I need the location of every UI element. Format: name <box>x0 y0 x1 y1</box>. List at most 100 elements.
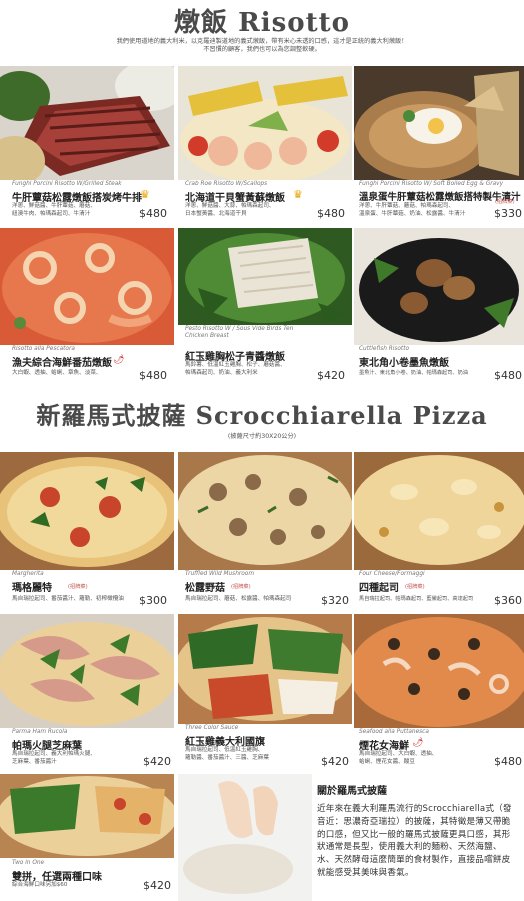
crown-icon: ♛ <box>293 188 303 201</box>
dish-description: 大白蝦、透抽、蛤蜊、章魚、淡菜、 <box>12 370 102 376</box>
dish-description: 蛤蜊、煙花女醬、酸豆 <box>359 759 415 765</box>
dish-english-name: Two in One <box>12 860 45 866</box>
dish-description: 溫泉蛋、牛肝蕈菇、奶油、松露醬、牛清汁 <box>359 211 466 217</box>
dish-english-name: Truffled Wild Mushroom <box>185 571 254 577</box>
dish-english-name: Three Color Sauce <box>185 725 239 731</box>
dish-price: $480 <box>139 207 167 220</box>
dish-english-name: Pesto Risotto W / Sous Vide Birds Ten Ch… <box>185 326 294 339</box>
dish-photo <box>354 452 524 570</box>
dish-description: 墨魚汁、東北角小卷、奶油、帕瑪森起司、奶油 <box>359 370 468 376</box>
dish-chinese-name: 松露野菇 <box>185 583 225 594</box>
dish-photo <box>354 614 524 728</box>
dish-description: 帕瑪森起司、奶油、義大利米 <box>185 370 258 376</box>
pizza-title: 新羅馬式披薩 Scrocchiarella Pizza <box>36 401 488 430</box>
chili-icon: 🌶 <box>412 738 424 748</box>
dish-description: 日本蟹黃醬、北海道干貝 <box>185 211 247 217</box>
dish-price: $480 <box>139 369 167 382</box>
dish-price: $420 <box>321 755 349 768</box>
dish-price: $300 <box>139 594 167 607</box>
dish-price: $420 <box>143 755 171 768</box>
dish-description: 紐澳牛肉、帕瑪森起司、牛清汁 <box>12 211 91 217</box>
dish-chinese-name: 煙花女海鮮 <box>359 741 409 752</box>
dish-photo <box>354 228 524 345</box>
dish-chinese-name: 瑪格麗特 <box>12 583 52 594</box>
dish-english-name: Crab Roe Risotto W/Scallops <box>185 181 268 187</box>
dish-photo <box>178 614 352 724</box>
dish-description: 馬自瑞拉起司、義大利帕瑪火腿、 <box>12 751 96 757</box>
chili-icon: 🌶 <box>113 355 125 365</box>
menu-card-pizza-two-in-one: Two in One 雙拼，任選兩種口味 綜合海鮮口味另加$60 $420 <box>0 774 174 901</box>
dish-description: 洋蔥、鮮菇醬、牛肝蕈菇、蘑菇、 <box>12 203 96 209</box>
dish-photo <box>178 452 352 570</box>
dish-price: $420 <box>143 879 171 892</box>
dish-description: 馬自瑞拉起司、番茄醬汁、蘿勒、初榨橄欖油 <box>12 596 124 602</box>
dish-description: 馬自瑞拉起司、帕瑪森起司、藍黴起司、高達起司 <box>359 596 474 602</box>
dish-chinese-name: 漁夫綜合海鮮番茄燉飯 <box>12 358 112 369</box>
pizza-size-note: (披薩尺寸約30X20公分) <box>227 433 297 440</box>
menu-card-risotto-steak: Funghi Porcini Risotto W/Grilled Steak 牛… <box>0 66 174 224</box>
dish-chinese-name: 紅玉雞胸松子青醬燉飯 <box>185 352 285 363</box>
signature-note: (招牌菜) <box>495 199 515 205</box>
signature-note: (招牌菜) <box>231 584 251 590</box>
menu-card-pizza-mushroom: Truffled Wild Mushroom 松露野菇 (招牌菜) 馬自瑞拉起司… <box>178 452 352 612</box>
dish-price: $320 <box>321 594 349 607</box>
dish-description: 蘿勒醬、番茄醬汁、三醬、芝麻葉 <box>185 755 269 761</box>
dish-description: 洋蔥、牛肝蕈菇、蘑菇、帕瑪森起司、 <box>359 203 455 209</box>
dish-chinese-name: 北海道干貝蟹黃蘇燉飯 <box>185 193 285 204</box>
dish-description: 馬鈴薯、低溫紅玉雞胸、松子、蘑菇醬、 <box>185 362 286 368</box>
about-roman-pizza: 關於羅馬式披薩 近年來在義大利羅馬流行的Scrocchiarella式（發音近：… <box>317 782 517 880</box>
dish-english-name: Four Cheese/Formaggi <box>359 571 425 577</box>
about-body: 近年來在義大利羅馬流行的Scrocchiarella式（發音近：思濃奇亞瑞拉）的… <box>317 804 512 878</box>
dish-photo <box>0 228 174 345</box>
dish-photo <box>178 66 352 180</box>
dish-chinese-name: 四種起司 <box>359 583 399 594</box>
dish-price: $360 <box>494 594 522 607</box>
dish-description: 馬自瑞拉起司、蘑菇、松露醬、帕瑪森起司 <box>185 596 292 602</box>
dish-description: 馬自瑞拉起司、低溫紅玉雞胸、 <box>185 747 264 753</box>
dish-price: $480 <box>494 755 522 768</box>
menu-card-risotto-egg: Funghi Porcini Risotto W/ Soft Boiled Eg… <box>354 66 524 224</box>
signature-note: (招牌菜) <box>405 584 425 590</box>
dish-price: $330 <box>494 207 522 220</box>
dish-price: $480 <box>317 207 345 220</box>
menu-card-risotto-scallop: Crab Roe Risotto W/Scallops 北海道干貝蟹黃蘇燉飯 ♛… <box>178 66 352 224</box>
dish-description: 馬自瑞拉起司、大白蝦、透抽、 <box>359 751 438 757</box>
menu-card-pizza-three-color: Three Color Sauce 紅玉雞義大利國旗 馬自瑞拉起司、低溫紅玉雞胸… <box>178 614 352 772</box>
dish-chinese-name: 帕瑪火腿芝麻葉 <box>12 741 82 752</box>
dish-english-name: Cuttlefish Risotto <box>359 346 410 352</box>
dish-english-name: Margherita <box>12 571 44 577</box>
dish-photo <box>354 66 524 180</box>
risotto-intro-line2: 不習慣的顧客，我們也可以為您調整軟硬。 <box>203 46 321 53</box>
about-title: 關於羅馬式披薩 <box>317 786 387 797</box>
dough-photo <box>178 774 312 901</box>
menu-card-pizza-seafood: Seafood alla Puttanesca 煙花女海鮮 🌶 馬自瑞拉起司、大… <box>354 614 524 772</box>
dish-photo <box>0 774 174 858</box>
dish-price: $420 <box>317 369 345 382</box>
dish-description: 洋蔥、鮮菇醬、大蒜、帕瑪森起司、 <box>185 203 275 209</box>
dish-photo <box>0 66 174 180</box>
menu-card-risotto-cuttlefish: Cuttlefish Risotto 東北角小卷墨魚燉飯 墨魚汁、東北角小卷、奶… <box>354 228 524 385</box>
dish-photo <box>178 228 352 325</box>
crown-icon: ♛ <box>140 188 150 201</box>
menu-card-pizza-four-cheese: Four Cheese/Formaggi 四種起司 (招牌菜) 馬自瑞拉起司、帕… <box>354 452 524 612</box>
dish-english-name: Funghi Porcini Risotto W/ Soft Boiled Eg… <box>359 181 504 187</box>
dish-photo <box>0 614 174 728</box>
menu-card-risotto-pesto: Pesto Risotto W / Sous Vide Birds Ten Ch… <box>178 228 352 385</box>
dish-description: 綜合海鮮口味另加$60 <box>12 882 68 888</box>
signature-note: (招牌菜) <box>68 584 88 590</box>
dish-chinese-name: 東北角小卷墨魚燉飯 <box>359 358 449 369</box>
dish-english-name: Funghi Porcini Risotto W/Grilled Steak <box>12 181 122 187</box>
dish-description: 芝麻葉、番茄醬汁 <box>12 759 57 765</box>
menu-card-pizza-margherita: Margherita 瑪格麗特 (招牌菜) 馬自瑞拉起司、番茄醬汁、蘿勒、初榨橄… <box>0 452 174 612</box>
menu-card-pizza-parma: Parma Ham Rucola 帕瑪火腿芝麻葉 馬自瑞拉起司、義大利帕瑪火腿、… <box>0 614 174 772</box>
dish-chinese-name: 雙拼，任選兩種口味 <box>12 872 102 883</box>
dish-chinese-name: 牛肝蕈菇松露燉飯搭炭烤牛排 <box>12 193 142 204</box>
dish-english-name: Seafood alla Puttanesca <box>359 729 429 735</box>
menu-card-risotto-seafood: Risotto alla Pescatora 漁夫綜合海鮮番茄燉飯 🌶 大白蝦、… <box>0 228 174 385</box>
dish-photo <box>0 452 174 570</box>
dish-english-name: Risotto alla Pescatora <box>12 346 75 352</box>
risotto-title: 燉飯 Risotto <box>174 8 350 38</box>
dish-chinese-name: 紅玉雞義大利國旗 <box>185 737 265 748</box>
dish-english-name: Parma Ham Rucola <box>12 729 68 735</box>
dish-price: $480 <box>494 369 522 382</box>
